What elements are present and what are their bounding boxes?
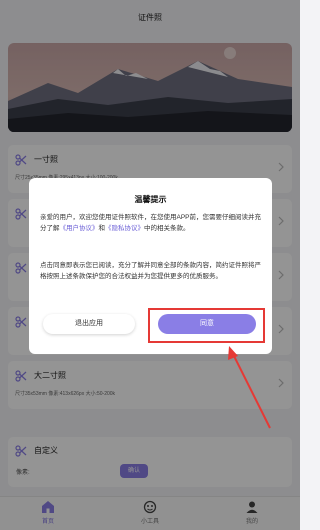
annotation-arrow-icon (228, 346, 271, 429)
